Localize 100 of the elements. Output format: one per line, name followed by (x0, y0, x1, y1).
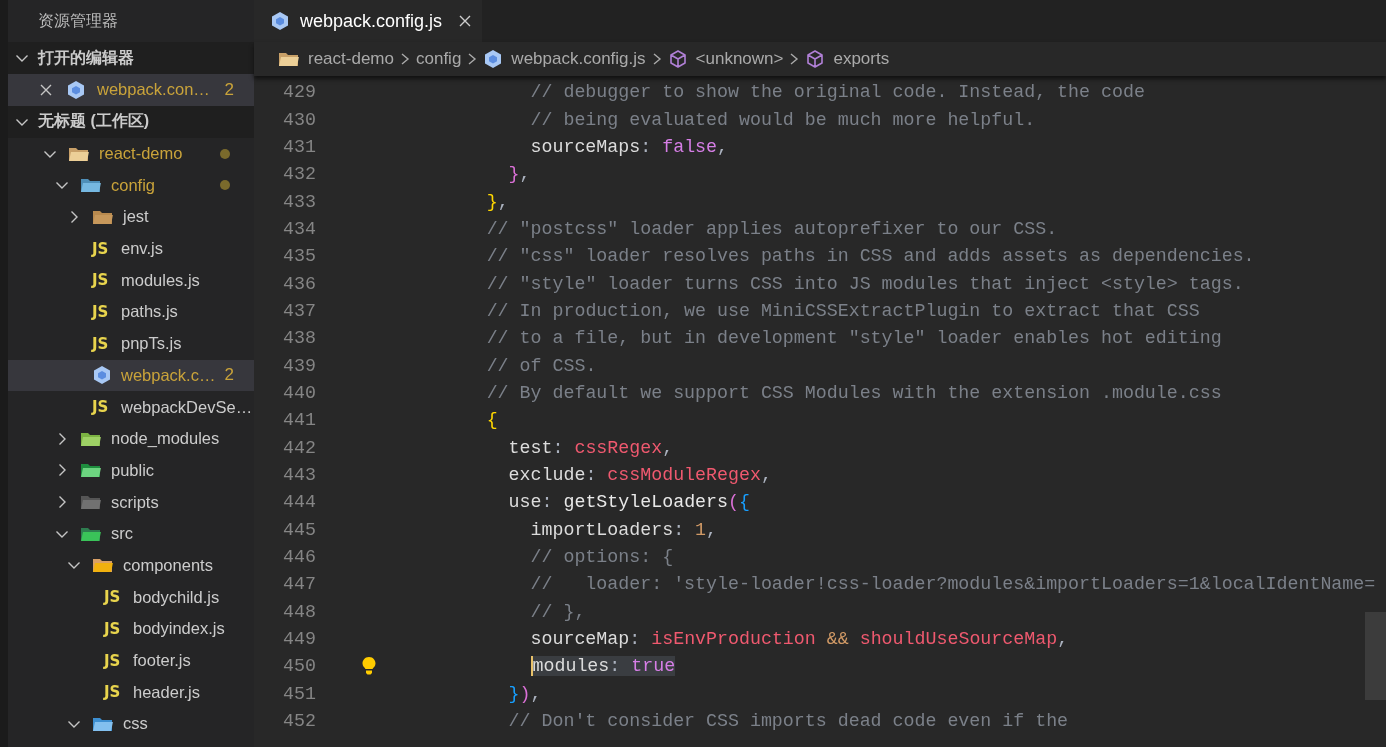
code-line: // "postcss" loader applies autoprefixer to our CSS. (486, 218, 1058, 239)
code-line: sourceMap: isEnvProduction && shouldUseSourceMap, (530, 629, 1069, 650)
tree-item[interactable]: JS webpackDevSe… (8, 391, 254, 423)
line-number: 432 (282, 164, 316, 185)
line-number: 446 (282, 547, 316, 567)
cube-icon (667, 49, 688, 69)
tree-item[interactable]: src (8, 517, 254, 550)
code-line: // }, (530, 601, 586, 622)
line-number: 447 (282, 574, 316, 595)
breadcrumb-item[interactable]: exports (833, 49, 890, 69)
tree-item[interactable]: JS pnpTs.js (8, 327, 254, 360)
js-icon: JS (92, 302, 114, 321)
problem-count: 2 (224, 79, 234, 100)
file-name: public (111, 460, 155, 480)
line-number: 440 (282, 382, 316, 403)
line-number: 429 (282, 82, 316, 103)
file-name: react-demo (99, 144, 183, 164)
tree-item[interactable]: css (8, 708, 254, 740)
breadcrumb-item[interactable]: <unknown> (695, 49, 784, 69)
line-number: 431 (282, 136, 316, 157)
modified-dot (220, 180, 230, 191)
chevron-icon (789, 51, 800, 67)
chevron-icon (651, 51, 662, 67)
line-number: 448 (282, 601, 316, 622)
file-name: webpack.c… (121, 365, 216, 385)
line-number: 435 (282, 246, 316, 267)
line-number: 438 (282, 328, 316, 349)
lightbulb-icon[interactable] (361, 655, 377, 676)
code-line: // debugger to show the original code. Instead, the code (530, 82, 1145, 103)
code-line: exclude: cssModuleRegex, (508, 465, 772, 485)
code-line: importLoaders: 1, (530, 519, 718, 540)
hexagon-icon (483, 49, 504, 69)
js-icon: JS (104, 619, 126, 638)
breadcrumb-item[interactable]: config (416, 49, 462, 69)
sidebar-title: 资源管理器 (38, 10, 118, 31)
tree-item[interactable]: JS footer.js (8, 644, 254, 677)
code-line: // of CSS. (486, 355, 597, 376)
line-number: 436 (282, 273, 316, 294)
line-number: 443 (282, 465, 316, 485)
line-number: 444 (282, 492, 316, 513)
tree-item[interactable]: JS bodyindex.js (8, 613, 254, 645)
file-name: pnpTs.js (121, 334, 182, 354)
line-number: 433 (282, 191, 316, 212)
line-number: 449 (282, 629, 316, 650)
code-line: sourceMaps: false, (530, 136, 729, 157)
file-name: bodychild.js (133, 587, 220, 607)
code-line: { (486, 410, 498, 431)
file-name: modules.js (121, 270, 200, 290)
line-number: 439 (282, 355, 316, 376)
tree-item[interactable]: JS modules.js (8, 264, 254, 297)
code-line: // to a file, but in development "style" loader enables hot editing (486, 328, 1222, 349)
file-name: header.js (133, 682, 200, 702)
code-line: // By default we support CSS Modules with the extension .module.css (486, 382, 1222, 403)
tree-item[interactable]: JS env.js (8, 232, 254, 265)
cube-icon (805, 49, 826, 69)
line-number: 437 (282, 300, 316, 321)
problem-count: 2 (224, 365, 234, 386)
open-editor-item[interactable]: webpack.con… 2 (8, 74, 254, 106)
code-line: use: getStyleLoaders({ (508, 492, 750, 513)
js-icon: JS (92, 271, 114, 290)
tree-item[interactable]: react-demo (8, 137, 254, 170)
hexagon-icon (92, 365, 112, 386)
line-number: 434 (282, 218, 316, 239)
code-line: // options: { (530, 547, 674, 567)
line-number: 445 (282, 519, 316, 540)
code-line: // loader: 'style-loader!css-loader?modules&importLoaders=1&localIdentName= (530, 574, 1376, 595)
tree-item[interactable]: public (8, 454, 254, 487)
tree-item[interactable]: JS paths.js (8, 296, 254, 328)
file-name: scripts (111, 492, 159, 512)
code-line: }, (486, 191, 509, 212)
file-name: css (123, 714, 148, 734)
tree-item[interactable]: jest (8, 201, 254, 233)
tree-item[interactable]: components (8, 549, 254, 582)
tree-item[interactable]: node_modules (8, 422, 254, 455)
tree-item[interactable]: config (8, 169, 254, 202)
file-name: node_modules (111, 429, 220, 449)
close-icon[interactable] (458, 14, 473, 28)
editor-tab[interactable]: webpack.config.js (254, 0, 482, 42)
js-icon: JS (104, 588, 126, 607)
tree-item[interactable]: JS header.js (8, 676, 254, 709)
js-icon: JS (92, 398, 114, 417)
hexagon-icon (66, 79, 86, 100)
file-name: jest (123, 207, 149, 227)
tree-item[interactable]: JS bodychild.js (8, 581, 254, 613)
code-line: }), (508, 683, 542, 704)
code-line: // In production, we use MiniCSSExtractPlugin to extract that CSS (486, 300, 1200, 321)
tree-item[interactable]: webpack.c… 2 (8, 359, 254, 392)
code-line: // Don't consider CSS imports dead code even if the (508, 711, 1069, 732)
code-line: test: cssRegex, (508, 437, 674, 458)
file-name: env.js (121, 239, 163, 259)
tree-item[interactable]: scripts (8, 486, 254, 518)
file-name: components (123, 555, 213, 575)
js-icon: JS (104, 683, 126, 702)
line-number: 441 (282, 410, 316, 431)
breadcrumb-item[interactable]: react-demo (308, 49, 394, 69)
code-line: }, (508, 164, 531, 185)
breadcrumb-item[interactable]: webpack.config.js (511, 49, 646, 69)
code-line: // "style" loader turns CSS into JS modules that inject <style> tags. (486, 273, 1244, 294)
file-name: bodyindex.js (133, 619, 225, 639)
line-number: 452 (282, 711, 316, 732)
